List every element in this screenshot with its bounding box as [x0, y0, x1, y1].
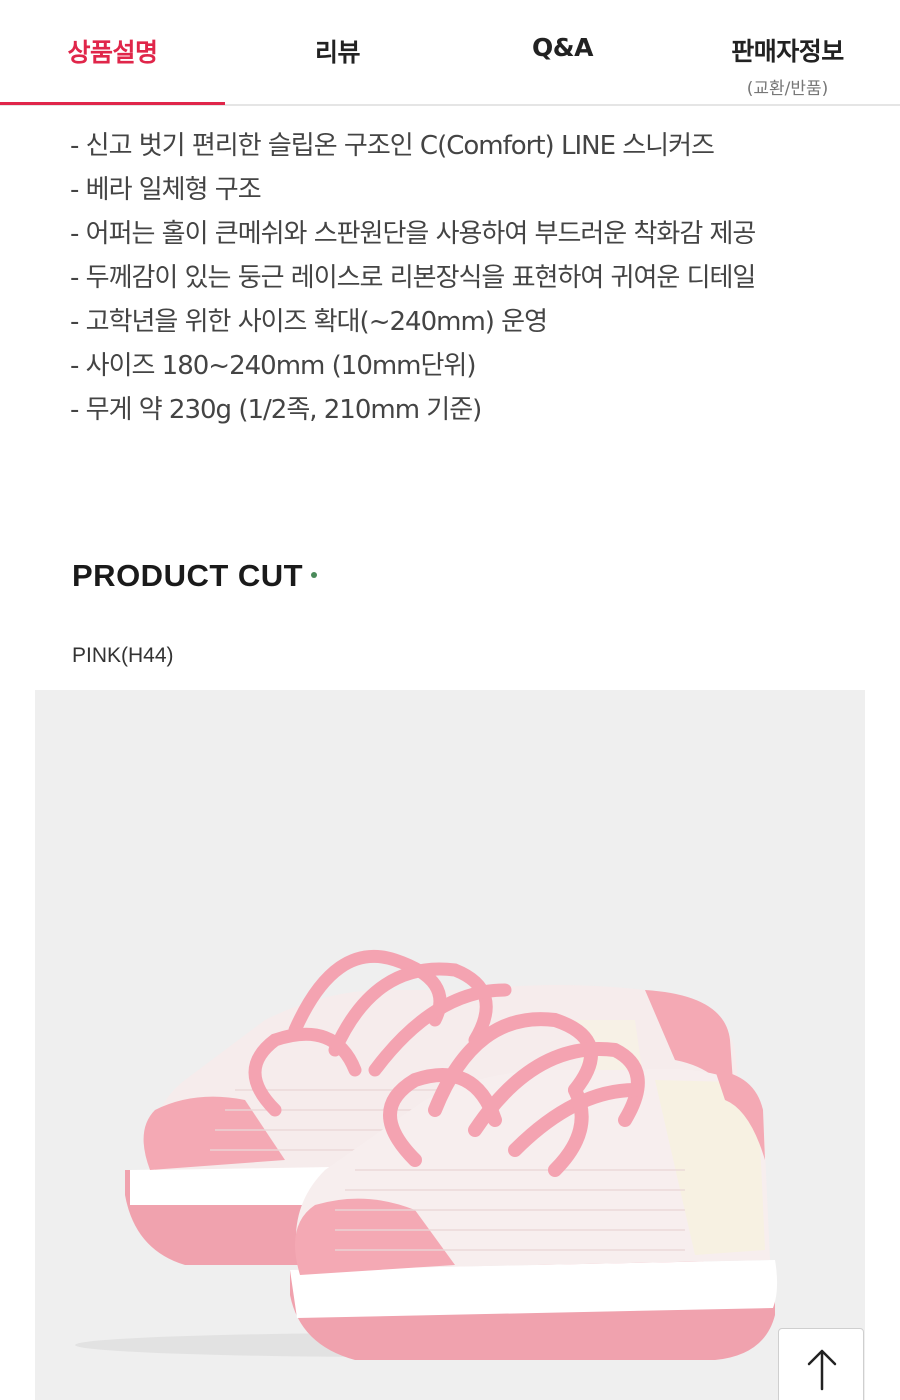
description-item: - 무게 약 230g (1/2족, 210mm 기준) [70, 395, 482, 425]
scroll-to-top-button[interactable] [778, 1328, 864, 1400]
tab-label: Q&A [532, 33, 593, 62]
description-item: - 두께감이 있는 둥근 레이스로 리본장식을 표현하여 귀여운 디테일 [70, 263, 756, 293]
color-option-label: PINK(H44) [72, 644, 174, 667]
section-title-text: PRODUCT CUT [72, 558, 304, 593]
tab-description[interactable]: 상품설명 [0, 0, 225, 106]
product-description-list: - 신고 벗기 편리한 슬립온 구조인 C(Comfort) LINE 스니커즈… [70, 124, 870, 432]
section-dot-icon [311, 571, 318, 578]
product-image-panel [35, 690, 865, 1400]
tab-label: 리뷰 [314, 38, 361, 67]
pink-sneaker-image [75, 949, 778, 1360]
tab-seller-info[interactable]: 판매자정보 (교환/반품) [675, 0, 900, 106]
arrow-up-icon [807, 1349, 837, 1391]
tab-qna[interactable]: Q&A [450, 0, 675, 106]
description-item: - 사이즈 180~240mm (10mm단위) [70, 351, 477, 381]
description-item: - 고학년을 위한 사이즈 확대(~240mm) 운영 [70, 307, 548, 337]
active-tab-indicator [0, 102, 225, 105]
section-title: PRODUCT CUT [72, 558, 318, 594]
description-item: - 신고 벗기 편리한 슬립온 구조인 C(Comfort) LINE 스니커즈 [70, 131, 715, 161]
product-tabs: 상품설명 리뷰 Q&A 판매자정보 (교환/반품) [0, 0, 900, 106]
tab-reviews[interactable]: 리뷰 [225, 0, 450, 106]
tab-sublabel: (교환/반품) [746, 79, 829, 99]
tab-label: 상품설명 [67, 38, 158, 67]
description-item: - 베라 일체형 구조 [70, 175, 262, 205]
description-item: - 어퍼는 홀이 큰메쉬와 스판원단을 사용하여 부드러운 착화감 제공 [70, 219, 756, 249]
tab-label: 판매자정보 [731, 37, 844, 66]
